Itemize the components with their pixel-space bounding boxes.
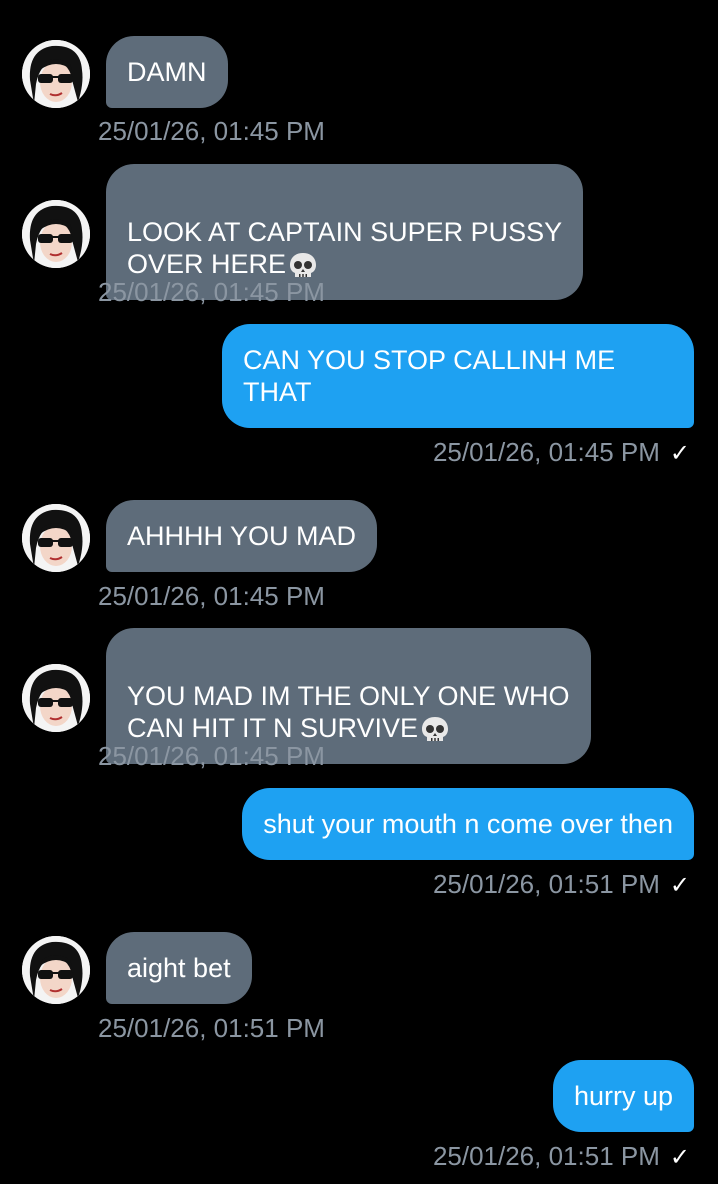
- message-timestamp: 25/01/26, 01:51 PM ✓: [433, 869, 690, 901]
- message-text: LOOK AT CAPTAIN SUPER PUSSY OVER HERE: [127, 217, 563, 279]
- timestamp-text: 25/01/26, 01:51 PM: [432, 869, 660, 899]
- avatar-image: [22, 40, 90, 108]
- avatar[interactable]: [22, 504, 90, 572]
- timestamp-text: 25/01/26, 01:51 PM: [432, 1141, 660, 1171]
- avatar-image: [22, 664, 90, 732]
- message-bubble-incoming[interactable]: aight bet: [106, 932, 252, 1004]
- message-bubble-outgoing[interactable]: CAN YOU STOP CALLINH ME THAT: [222, 324, 694, 428]
- avatar[interactable]: [22, 40, 90, 108]
- message-timestamp: 25/01/26, 01:45 PM ✓: [433, 437, 690, 469]
- message-timestamp: 25/01/26, 01:51 PM ✓: [433, 1141, 690, 1173]
- message-timestamp: 25/01/26, 01:45 PM: [98, 116, 325, 146]
- avatar[interactable]: [22, 200, 90, 268]
- read-check-icon: ✓: [669, 1144, 690, 1171]
- avatar[interactable]: [22, 664, 90, 732]
- skull-icon: [422, 717, 449, 741]
- avatar-image: [22, 200, 90, 268]
- message-bubble-incoming[interactable]: DAMN: [106, 36, 228, 108]
- message-timestamp: 25/01/26, 01:45 PM: [98, 277, 325, 307]
- message-timestamp: 25/01/26, 01:45 PM: [98, 741, 325, 771]
- read-check-icon: ✓: [669, 872, 690, 899]
- avatar-image: [22, 504, 90, 572]
- message-timestamp: 25/01/26, 01:45 PM: [98, 581, 325, 611]
- skull-icon: [290, 253, 317, 277]
- read-check-icon: ✓: [669, 440, 690, 467]
- message-bubble-outgoing[interactable]: shut your mouth n come over then: [242, 788, 694, 860]
- avatar[interactable]: [22, 936, 90, 1004]
- message-bubble-outgoing[interactable]: hurry up: [552, 1060, 694, 1132]
- timestamp-text: 25/01/26, 01:45 PM: [432, 437, 660, 467]
- message-timestamp: 25/01/26, 01:51 PM: [98, 1013, 325, 1043]
- message-bubble-incoming[interactable]: AHHHH YOU MAD: [106, 500, 378, 572]
- avatar-image: [22, 936, 90, 1004]
- message-text: YOU MAD IM THE ONLY ONE WHO CAN HIT IT N…: [127, 681, 570, 743]
